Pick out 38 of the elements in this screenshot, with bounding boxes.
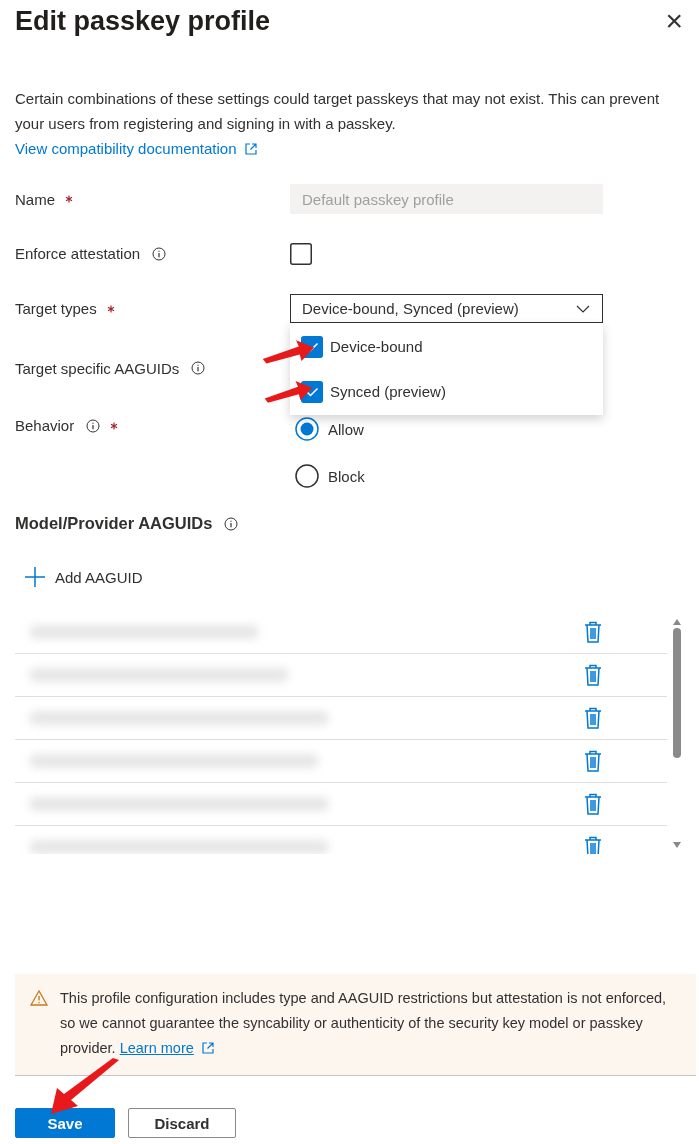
chevron-down-icon: [576, 304, 590, 313]
dialog-title: Edit passkey profile: [15, 5, 271, 37]
intro-text: Certain combinations of these settings could target passkeys that may not exist. This can prevent your users from registering and signing in with a passkey.: [15, 89, 661, 134]
delete-icon[interactable]: [584, 793, 602, 815]
delete-icon[interactable]: [584, 664, 602, 686]
scroll-down-icon[interactable]: [673, 842, 681, 848]
info-icon: [224, 516, 239, 531]
field-label: Behavior: [15, 417, 75, 434]
external-link-icon: [201, 1042, 214, 1054]
delete-icon[interactable]: [584, 836, 602, 854]
plus-icon: [25, 567, 45, 587]
scroll-up-icon[interactable]: [673, 619, 681, 625]
delete-icon[interactable]: [584, 621, 602, 643]
target-types-dropdown[interactable]: Device-bound, Synced (preview): [290, 294, 603, 323]
field-label: Name: [15, 190, 55, 208]
documentation-link[interactable]: View compatibility documentation: [15, 140, 237, 157]
field-label: Target types: [15, 300, 97, 317]
delete-icon[interactable]: [584, 750, 602, 772]
checkbox[interactable]: [290, 242, 312, 265]
discard-button[interactable]: Discard: [128, 1108, 236, 1138]
warning-icon: [30, 990, 48, 1006]
save-button[interactable]: Save: [15, 1108, 115, 1138]
delete-icon[interactable]: [584, 707, 602, 729]
option-label: Device-bound: [330, 338, 423, 355]
option-label: Synced (preview): [330, 383, 446, 400]
field-label: Target specific AAGUIDs: [15, 359, 180, 377]
section-title: Model/Provider AAGUIDs: [15, 514, 213, 533]
add-aaguid-button[interactable]: Add AAGUID: [15, 567, 699, 587]
radio-label: Block: [328, 467, 365, 485]
radio-label: Allow: [328, 420, 364, 438]
radio-button[interactable]: [295, 417, 319, 441]
annotation-arrow: [261, 337, 315, 365]
radio-button[interactable]: [295, 464, 319, 488]
field-label: Enforce attestation: [15, 245, 141, 262]
external-link-icon: [244, 143, 257, 155]
warning-text: This profile configuration includes type and AAGUID restrictions but attestation is not enforced, so we cannot guarantee the syncability or authenticity of the security key model or passkey provider. Learn more: [60, 990, 667, 1056]
close-button[interactable]: ×: [661, 6, 687, 36]
learn-more-link[interactable]: Learn more: [119, 1040, 194, 1056]
